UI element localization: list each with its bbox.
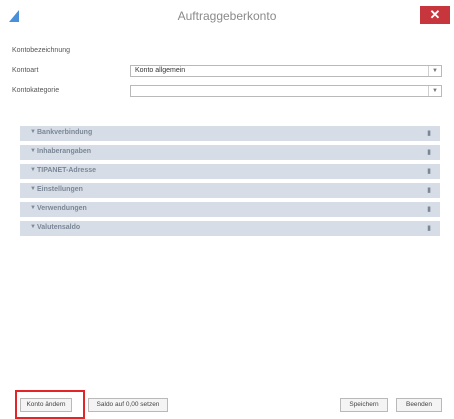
section-inhaberangaben[interactable]: ▼ Inhaberangaben ▮ <box>20 145 440 160</box>
section-list: ▼ Bankverbindung ▮ ▼ Inhaberangaben ▮ ▼ … <box>20 126 440 240</box>
section-label: Einstellungen <box>37 186 83 193</box>
close-button[interactable]: ✕ <box>420 6 450 24</box>
pin-icon[interactable]: ▮ <box>427 167 431 175</box>
saldo-reset-button[interactable]: Saldo auf 0,00 setzen <box>88 398 168 412</box>
section-label: Bankverbindung <box>37 129 93 136</box>
section-verwendungen[interactable]: ▼ Verwendungen ▮ <box>20 202 440 217</box>
kontokategorie-select[interactable]: ▼ <box>130 85 442 97</box>
chevron-down-icon: ▼ <box>428 86 441 96</box>
pin-icon[interactable]: ▮ <box>427 205 431 213</box>
section-tipanet-adresse[interactable]: ▼ TIPANET-Adresse ▮ <box>20 164 440 179</box>
pin-icon[interactable]: ▮ <box>427 186 431 194</box>
expand-caret-icon: ▼ <box>30 224 36 230</box>
expand-caret-icon: ▼ <box>30 205 36 211</box>
speichern-button[interactable]: Speichern <box>340 398 388 412</box>
window-title: Auftraggeberkonto <box>177 9 277 23</box>
highlight-box <box>15 390 85 419</box>
pin-icon[interactable]: ▮ <box>427 148 431 156</box>
section-einstellungen[interactable]: ▼ Einstellungen ▮ <box>20 183 440 198</box>
section-label: TIPANET-Adresse <box>37 167 96 174</box>
kontobezeichnung-label: Kontobezeichnung <box>12 47 70 54</box>
kontoart-value: Konto allgemein <box>135 67 186 74</box>
section-bankverbindung[interactable]: ▼ Bankverbindung ▮ <box>20 126 440 141</box>
kontoart-select[interactable]: Konto allgemein ▼ <box>130 65 442 77</box>
expand-caret-icon: ▼ <box>30 167 36 173</box>
pin-icon[interactable]: ▮ <box>427 129 431 137</box>
pin-icon[interactable]: ▮ <box>427 224 431 232</box>
expand-caret-icon: ▼ <box>30 148 36 154</box>
title-bar: Auftraggeberkonto ✕ <box>0 0 454 34</box>
beenden-button[interactable]: Beenden <box>396 398 442 412</box>
kontokategorie-label: Kontokategorie <box>12 87 60 94</box>
chevron-down-icon: ▼ <box>428 66 441 76</box>
kontoart-label: Kontoart <box>12 67 39 74</box>
section-label: Valutensaldo <box>37 224 81 231</box>
section-label: Inhaberangaben <box>37 148 92 155</box>
expand-caret-icon: ▼ <box>30 129 36 135</box>
expand-caret-icon: ▼ <box>30 186 36 192</box>
section-valutensaldo[interactable]: ▼ Valutensaldo ▮ <box>20 221 440 236</box>
section-label: Verwendungen <box>37 205 87 212</box>
